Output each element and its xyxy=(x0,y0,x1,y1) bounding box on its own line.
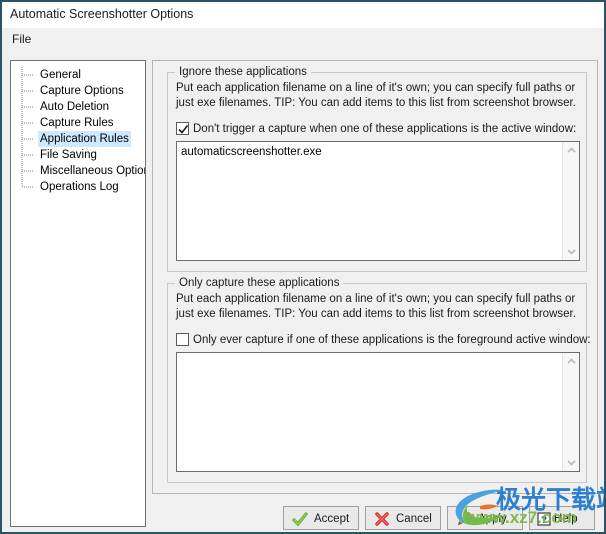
only-capture-textarea[interactable] xyxy=(176,352,580,472)
pencil-icon xyxy=(456,511,472,527)
scroll-down-button[interactable] xyxy=(563,243,579,260)
tree-branch-icon xyxy=(21,115,37,131)
accept-button[interactable]: Accept xyxy=(283,506,359,530)
ignore-applications-textarea[interactable]: automaticscreenshotter.exe xyxy=(176,141,580,261)
chevron-up-icon xyxy=(567,358,576,364)
tree-branch-icon xyxy=(21,67,37,83)
group-description: Put each application filename on a line … xyxy=(176,293,576,320)
textarea-value: automaticscreenshotter.exe xyxy=(181,146,322,158)
button-label: Apply xyxy=(478,513,507,525)
group-title: Only capture these applications xyxy=(175,277,344,289)
sidebar-item-label: Miscellaneous Options xyxy=(40,165,146,177)
svg-text:?: ? xyxy=(541,515,547,526)
tree-branch-icon xyxy=(21,99,37,115)
menu-bar: File xyxy=(2,28,604,50)
tree-branch-icon xyxy=(21,163,37,179)
checkbox-label: Don't trigger a capture when one of thes… xyxy=(193,123,577,135)
only-capture-checkbox-row[interactable]: Only ever capture if one of these applic… xyxy=(176,332,591,348)
sidebar-item-label: Capture Rules xyxy=(40,117,114,129)
group-only-capture-applications: Only capture these applications Put each… xyxy=(167,277,591,483)
tree-branch-icon xyxy=(21,131,37,147)
sidebar-item-label: Application Rules xyxy=(38,131,131,147)
group-description: Put each application filename on a line … xyxy=(176,82,576,109)
sidebar-item-label: File Saving xyxy=(40,149,97,161)
vertical-scrollbar[interactable] xyxy=(562,353,579,471)
menu-item-file[interactable]: File xyxy=(8,31,35,47)
scroll-up-button[interactable] xyxy=(563,353,579,370)
window-title: Automatic Screenshotter Options xyxy=(10,7,194,21)
settings-tree[interactable]: General Capture Options Auto Deletion Ca… xyxy=(10,60,146,527)
button-label: Help xyxy=(554,513,578,525)
checkbox-box[interactable] xyxy=(176,122,189,135)
red-x-icon xyxy=(374,511,390,527)
tree-branch-icon xyxy=(21,179,37,195)
checkmark-icon xyxy=(178,125,189,134)
cancel-button[interactable]: Cancel xyxy=(365,506,441,530)
sidebar-item-label: General xyxy=(40,69,81,81)
button-label: Cancel xyxy=(396,513,432,525)
question-mark-icon: ? xyxy=(536,511,552,527)
chevron-up-icon xyxy=(567,147,576,153)
options-dialog-window: Automatic Screenshotter Options File Gen… xyxy=(0,0,606,534)
chevron-down-icon xyxy=(567,460,576,466)
sidebar-item-label: Auto Deletion xyxy=(40,101,110,113)
checkbox-box[interactable] xyxy=(176,333,189,346)
checkbox-label: Only ever capture if one of these applic… xyxy=(193,334,591,346)
title-bar: Automatic Screenshotter Options xyxy=(2,2,604,28)
vertical-scrollbar[interactable] xyxy=(562,142,579,260)
ignore-applications-checkbox-row[interactable]: Don't trigger a capture when one of thes… xyxy=(176,121,580,137)
sidebar-item-label: Operations Log xyxy=(40,181,119,193)
chevron-down-icon xyxy=(567,249,576,255)
scroll-up-button[interactable] xyxy=(563,142,579,159)
group-title: Ignore these applications xyxy=(175,66,311,78)
scroll-down-button[interactable] xyxy=(563,454,579,471)
settings-content-panel: Ignore these applications Put each appli… xyxy=(152,60,598,494)
tree-branch-icon xyxy=(21,83,37,99)
green-check-icon xyxy=(292,511,308,527)
button-label: Accept xyxy=(314,513,350,525)
help-button[interactable]: ? Help xyxy=(529,506,595,530)
sidebar-item-label: Capture Options xyxy=(40,85,124,97)
tree-branch-icon xyxy=(21,147,37,163)
group-ignore-applications: Ignore these applications Put each appli… xyxy=(167,66,587,272)
apply-button[interactable]: Apply xyxy=(447,506,523,530)
